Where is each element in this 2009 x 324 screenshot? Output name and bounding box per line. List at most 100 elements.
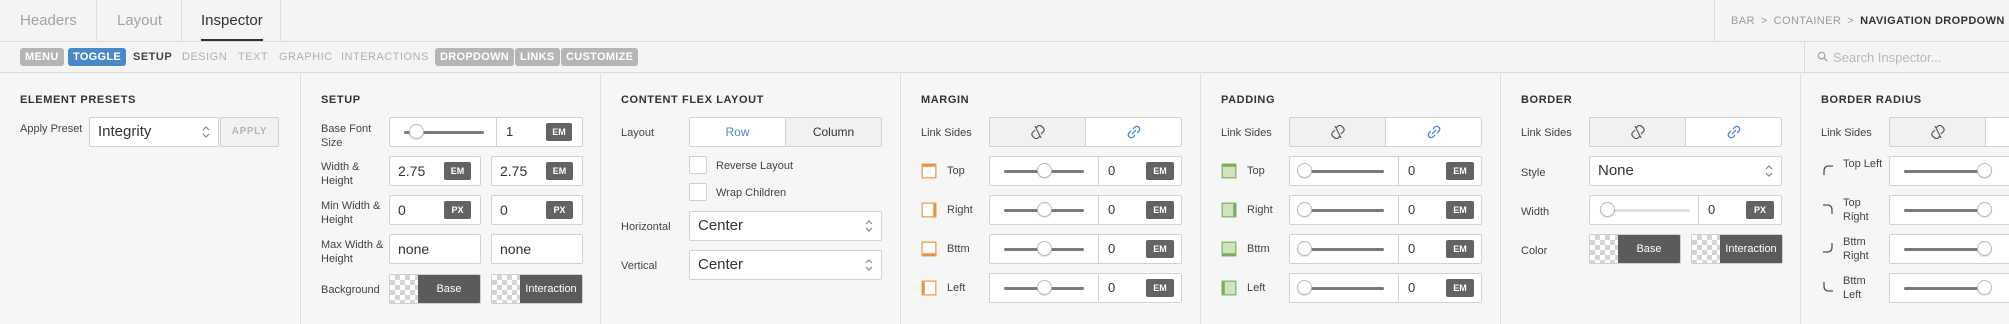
unlink-sides-option[interactable]: [1590, 118, 1685, 146]
unit-badge[interactable]: EM: [1446, 201, 1474, 219]
link-sides-option[interactable]: [1685, 118, 1781, 146]
tab-interactions[interactable]: INTERACTIONS: [341, 48, 429, 66]
top-navigation-bar: Headers Layout Inspector BAR > CONTAINER > N…: [0, 0, 2009, 42]
tab-inspector[interactable]: Inspector: [201, 0, 263, 41]
chip-menu[interactable]: MENU: [20, 48, 64, 66]
slider-handle[interactable]: [1297, 241, 1312, 256]
slider-track[interactable]: [1304, 170, 1384, 173]
unit-badge[interactable]: EM: [444, 162, 471, 180]
slider-handle[interactable]: [1977, 280, 1992, 295]
vertical-align-select[interactable]: Center: [689, 250, 882, 280]
base-font-slider-handle[interactable]: [409, 124, 424, 139]
margin-value[interactable]: 0: [1108, 241, 1115, 256]
padding-value[interactable]: 0: [1408, 202, 1415, 217]
tab-design[interactable]: DESIGN: [182, 48, 227, 66]
border-width-control: 0 PX: [1589, 195, 1782, 225]
slider-handle[interactable]: [1297, 202, 1312, 217]
slider-handle[interactable]: [1977, 163, 1992, 178]
slider-track[interactable]: [1304, 248, 1384, 251]
min-width-field[interactable]: 0 PX: [389, 195, 481, 225]
background-base-swatch[interactable]: Base: [389, 274, 481, 304]
tab-layout[interactable]: Layout: [117, 0, 162, 42]
field-divider: [1098, 196, 1099, 224]
unit-badge[interactable]: EM: [1146, 240, 1174, 258]
unit-badge[interactable]: EM: [546, 123, 572, 141]
chip-links[interactable]: LINKS: [515, 48, 560, 66]
min-height-field[interactable]: 0 PX: [491, 195, 583, 225]
margin-value[interactable]: 0: [1108, 280, 1115, 295]
unit-badge[interactable]: EM: [1446, 162, 1474, 180]
slider-track[interactable]: [1904, 287, 1984, 290]
slider-handle[interactable]: [1037, 163, 1052, 178]
chip-customize[interactable]: CUSTOMIZE: [561, 48, 639, 66]
slider-track[interactable]: [1304, 209, 1384, 212]
tab-headers[interactable]: Headers: [20, 0, 77, 42]
background-interaction-swatch[interactable]: Interaction: [491, 274, 583, 304]
slider-handle[interactable]: [1037, 202, 1052, 217]
padding-value[interactable]: 0: [1408, 163, 1415, 178]
unit-badge[interactable]: EM: [546, 162, 573, 180]
border-style-select[interactable]: None: [1589, 156, 1782, 186]
slider-handle[interactable]: [1977, 241, 1992, 256]
tab-divider: [181, 0, 182, 42]
unit-badge[interactable]: PX: [444, 201, 471, 219]
horizontal-align-select[interactable]: Center: [689, 211, 882, 241]
corner-label: Top Right: [1843, 197, 1869, 223]
padding-side-label: Left: [1247, 282, 1266, 294]
slider-track[interactable]: [1304, 287, 1384, 290]
slider-track[interactable]: [1904, 209, 1984, 212]
max-height-field[interactable]: none: [491, 234, 583, 264]
link-sides-toggle: [1289, 117, 1482, 147]
chip-dropdown[interactable]: DROPDOWN: [435, 48, 515, 66]
unlink-sides-option[interactable]: [1890, 118, 1985, 146]
border-interaction-swatch[interactable]: Interaction: [1691, 234, 1783, 264]
width-field[interactable]: 2.75 EM: [389, 156, 481, 186]
margin-value[interactable]: 0: [1108, 202, 1115, 217]
slider-handle[interactable]: [1297, 280, 1312, 295]
unlink-sides-option[interactable]: [990, 118, 1085, 146]
chip-toggle[interactable]: TOGGLE: [68, 48, 127, 66]
unit-badge[interactable]: EM: [1146, 162, 1174, 180]
tab-graphic[interactable]: GRAPHIC: [279, 48, 333, 66]
height-field[interactable]: 2.75 EM: [491, 156, 583, 186]
border-base-swatch[interactable]: Base: [1589, 234, 1681, 264]
slider-handle[interactable]: [1037, 280, 1052, 295]
unit-badge[interactable]: EM: [1146, 279, 1174, 297]
tab-setup[interactable]: SETUP: [133, 48, 172, 66]
wrap-children-checkbox[interactable]: [689, 183, 707, 201]
search-input[interactable]: [1833, 46, 2003, 68]
apply-button[interactable]: APPLY: [220, 117, 279, 147]
padding-value[interactable]: 0: [1408, 241, 1415, 256]
max-width-field[interactable]: none: [389, 234, 481, 264]
unit-badge[interactable]: EM: [1446, 240, 1474, 258]
slider-handle[interactable]: [1037, 241, 1052, 256]
unit-badge[interactable]: EM: [1446, 279, 1474, 297]
tab-text[interactable]: TEXT: [238, 48, 268, 66]
radius-bottom-right-control: [1889, 234, 2009, 264]
layout-column-option[interactable]: Column: [785, 118, 881, 146]
slider-handle[interactable]: [1297, 163, 1312, 178]
padding-value[interactable]: 0: [1408, 280, 1415, 295]
unlink-sides-option[interactable]: [1290, 118, 1385, 146]
breadcrumb-item-bar[interactable]: BAR: [1731, 15, 1755, 27]
slider-handle[interactable]: [1977, 202, 1992, 217]
slider-track[interactable]: [1904, 170, 1984, 173]
margin-value[interactable]: 0: [1108, 163, 1115, 178]
base-font-value[interactable]: 1: [506, 124, 513, 139]
link-sides-option[interactable]: [1085, 118, 1181, 146]
link-sides-option[interactable]: [1385, 118, 1481, 146]
unit-badge[interactable]: PX: [1746, 201, 1774, 219]
unit-badge[interactable]: PX: [546, 201, 573, 219]
border-width-value[interactable]: 0: [1708, 202, 1715, 217]
preset-select[interactable]: Integrity: [89, 117, 219, 147]
link-sides-option[interactable]: [1985, 118, 2009, 146]
padding-side-label: Top: [1247, 165, 1265, 177]
radius-top-right-control: [1889, 195, 2009, 225]
unit-badge[interactable]: EM: [1146, 201, 1174, 219]
panel-title: BORDER RADIUS: [1821, 94, 1922, 106]
reverse-layout-checkbox[interactable]: [689, 156, 707, 174]
layout-row-option[interactable]: Row: [690, 118, 785, 146]
breadcrumb-item-container[interactable]: CONTAINER: [1774, 15, 1842, 27]
border-width-slider-handle[interactable]: [1600, 202, 1615, 217]
slider-track[interactable]: [1904, 248, 1984, 251]
